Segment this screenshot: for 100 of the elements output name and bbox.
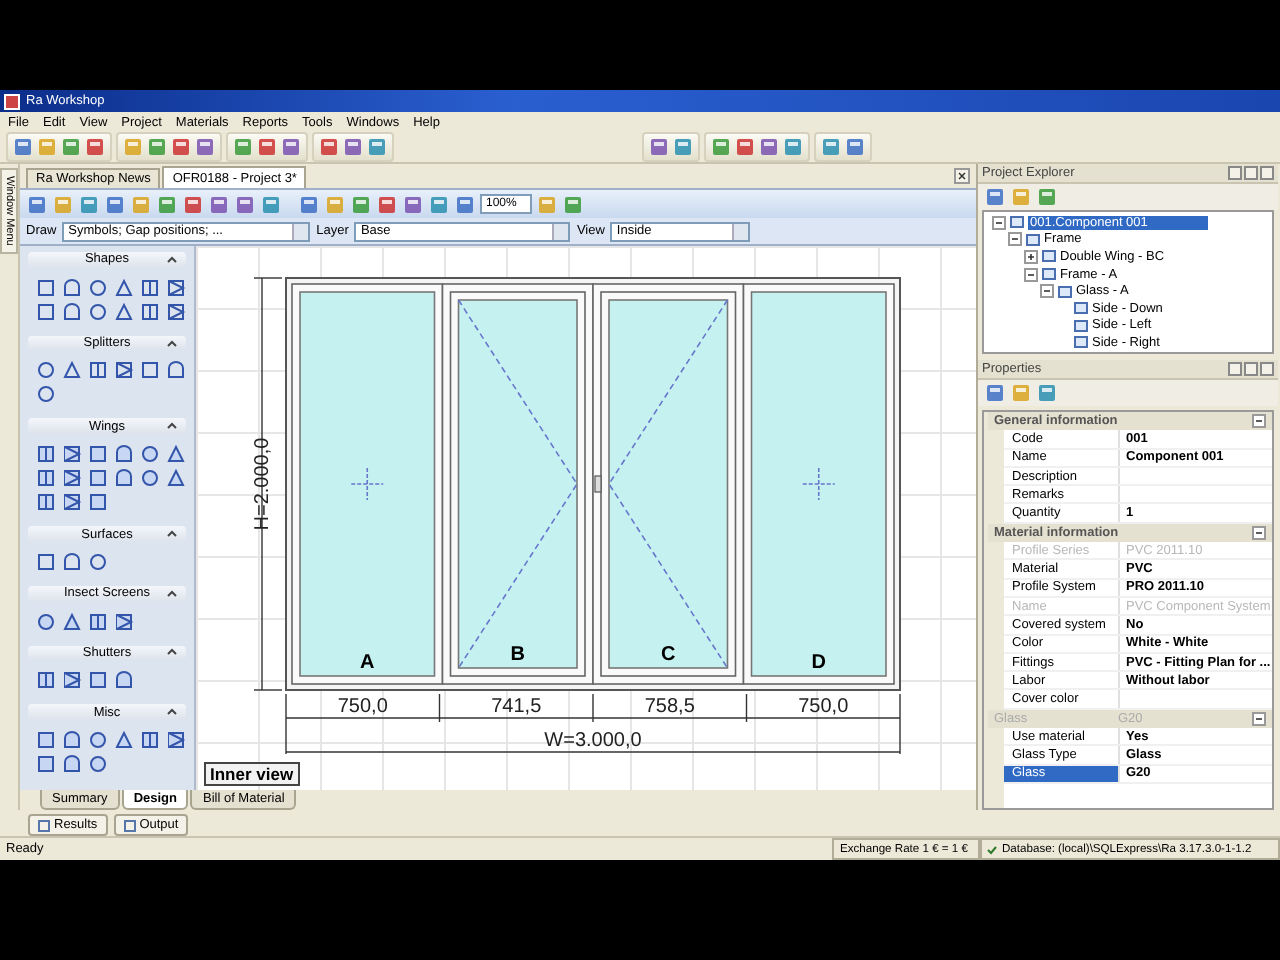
- tool-icon[interactable]: [376, 193, 398, 215]
- tool-icon[interactable]: [984, 186, 1006, 208]
- chevron-icon[interactable]: [166, 253, 178, 266]
- tool-icon[interactable]: [26, 193, 48, 215]
- tool-icon[interactable]: [12, 136, 34, 158]
- chevron-icon[interactable]: [166, 706, 178, 719]
- tool-icon[interactable]: [146, 136, 168, 158]
- tool-icon[interactable]: [208, 193, 230, 215]
- palette-tool-icon[interactable]: [88, 360, 108, 381]
- palette-tool-icon[interactable]: [114, 360, 134, 381]
- palette-tool-icon[interactable]: [62, 360, 82, 381]
- palette-tool-icon[interactable]: [62, 468, 82, 489]
- palette-tool-icon[interactable]: [88, 670, 108, 691]
- palette-tool-icon[interactable]: [140, 301, 160, 322]
- palette-tool-icon[interactable]: [36, 670, 56, 691]
- tool-icon[interactable]: [454, 193, 476, 215]
- palette-tool-icon[interactable]: [36, 301, 56, 322]
- tool-icon[interactable]: [1036, 186, 1058, 208]
- palette-tool-icon[interactable]: [140, 360, 160, 381]
- palette-tool-icon[interactable]: [36, 277, 56, 298]
- palette-tool-icon[interactable]: [166, 444, 186, 465]
- palette-tool-icon[interactable]: [140, 277, 160, 298]
- palette-tool-icon[interactable]: [36, 730, 56, 751]
- tool-icon[interactable]: [672, 136, 694, 158]
- palette-tool-icon[interactable]: [62, 277, 82, 298]
- window-pane[interactable]: [742, 283, 895, 685]
- palette-tool-icon[interactable]: [62, 611, 82, 632]
- tool-icon[interactable]: [60, 136, 82, 158]
- tool-icon[interactable]: [710, 136, 732, 158]
- palette-tool-icon[interactable]: [166, 360, 186, 381]
- tool-icon[interactable]: [648, 136, 670, 158]
- palette-tool-icon[interactable]: [62, 444, 82, 465]
- palette-tool-icon[interactable]: [36, 611, 56, 632]
- palette-tool-icon[interactable]: [36, 468, 56, 489]
- tool-icon[interactable]: [170, 136, 192, 158]
- palette-tool-icon[interactable]: [36, 444, 56, 465]
- collapse-icon[interactable]: [1252, 414, 1266, 429]
- palette-tool-icon[interactable]: [88, 444, 108, 465]
- chevron-icon[interactable]: [166, 646, 178, 659]
- chevron-icon[interactable]: [166, 587, 178, 600]
- tool-icon[interactable]: [428, 193, 450, 215]
- tool-icon[interactable]: [182, 193, 204, 215]
- tool-icon[interactable]: [104, 193, 126, 215]
- tool-icon[interactable]: [734, 136, 756, 158]
- tool-icon[interactable]: [562, 193, 584, 215]
- palette-tool-icon[interactable]: [114, 611, 134, 632]
- palette-tool-icon[interactable]: [166, 301, 186, 322]
- tool-icon[interactable]: [342, 136, 364, 158]
- tool-icon[interactable]: [758, 136, 780, 158]
- expand-toggle[interactable]: [1040, 284, 1054, 299]
- tool-icon[interactable]: [1036, 382, 1058, 404]
- palette-tool-icon[interactable]: [140, 468, 160, 489]
- palette-tool-icon[interactable]: [140, 444, 160, 465]
- palette-tool-icon[interactable]: [114, 468, 134, 489]
- window-pane[interactable]: [592, 283, 745, 685]
- chevron-icon[interactable]: [166, 420, 178, 433]
- palette-tool-icon[interactable]: [36, 551, 56, 572]
- palette-tool-icon[interactable]: [114, 444, 134, 465]
- tool-icon[interactable]: [78, 193, 100, 215]
- tool-icon[interactable]: [84, 136, 106, 158]
- tool-icon[interactable]: [194, 136, 216, 158]
- palette-tool-icon[interactable]: [166, 468, 186, 489]
- palette-tool-icon[interactable]: [88, 301, 108, 322]
- palette-tool-icon[interactable]: [36, 384, 56, 405]
- palette-tool-icon[interactable]: [36, 754, 56, 775]
- palette-tool-icon[interactable]: [62, 551, 82, 572]
- tool-icon[interactable]: [782, 136, 804, 158]
- window-pane[interactable]: [291, 283, 444, 685]
- palette-tool-icon[interactable]: [88, 754, 108, 775]
- palette-tool-icon[interactable]: [62, 670, 82, 691]
- window-pane[interactable]: [441, 283, 594, 685]
- collapse-icon[interactable]: [1252, 525, 1266, 540]
- palette-tool-icon[interactable]: [88, 611, 108, 632]
- palette-tool-icon[interactable]: [62, 730, 82, 751]
- palette-tool-icon[interactable]: [114, 301, 134, 322]
- palette-tool-icon[interactable]: [166, 277, 186, 298]
- expand-toggle[interactable]: [1024, 267, 1038, 282]
- palette-tool-icon[interactable]: [62, 754, 82, 775]
- palette-tool-icon[interactable]: [114, 277, 134, 298]
- palette-tool-icon[interactable]: [166, 730, 186, 751]
- chevron-icon[interactable]: [166, 528, 178, 541]
- palette-tool-icon[interactable]: [88, 730, 108, 751]
- tool-icon[interactable]: [232, 136, 254, 158]
- tool-icon[interactable]: [156, 193, 178, 215]
- palette-tool-icon[interactable]: [88, 277, 108, 298]
- tool-icon[interactable]: [318, 136, 340, 158]
- palette-tool-icon[interactable]: [88, 468, 108, 489]
- tool-icon[interactable]: [844, 136, 866, 158]
- palette-tool-icon[interactable]: [140, 730, 160, 751]
- palette-tool-icon[interactable]: [36, 360, 56, 381]
- palette-tool-icon[interactable]: [88, 492, 108, 513]
- tool-icon[interactable]: [350, 193, 372, 215]
- palette-tool-icon[interactable]: [114, 670, 134, 691]
- tool-icon[interactable]: [256, 136, 278, 158]
- tool-icon[interactable]: [984, 382, 1006, 404]
- tool-icon[interactable]: [280, 136, 302, 158]
- palette-tool-icon[interactable]: [88, 551, 108, 572]
- palette-tool-icon[interactable]: [62, 301, 82, 322]
- expand-toggle[interactable]: [992, 215, 1006, 230]
- tool-icon[interactable]: [820, 136, 842, 158]
